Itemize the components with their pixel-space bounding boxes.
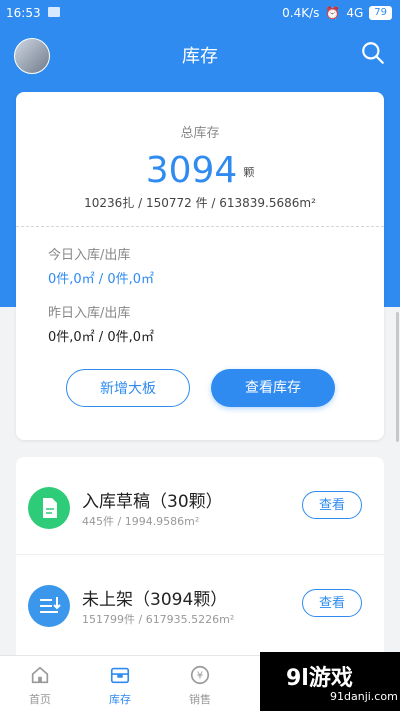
view-button[interactable]: 查看 — [302, 589, 362, 617]
view-inventory-button[interactable]: 查看库存 — [211, 369, 335, 407]
view-button[interactable]: 查看 — [302, 491, 362, 519]
list-item[interactable]: 未上架（3094颗） 151799件 / 617935.5226m² 查看 — [16, 555, 384, 653]
total-count: 3094 颗 — [16, 150, 384, 191]
total-inventory-label: 总库存 — [180, 126, 220, 141]
yesterday-label: 昨日入库/出库 — [48, 306, 131, 321]
page-title: 库存 — [182, 46, 218, 67]
watermark-brand: 9l游戏 — [286, 666, 353, 691]
inventory-list: 入库草稿（30颗） 445件 / 1994.9586m² 查看 未上架（3094… — [16, 457, 384, 677]
document-icon — [28, 487, 70, 529]
svg-text:¥: ¥ — [197, 671, 203, 682]
signal-label: 4G — [346, 6, 364, 20]
status-time: 16:53 — [6, 6, 41, 20]
inventory-icon — [110, 667, 130, 684]
today-value: 0件,0㎡ / 0件,0㎡ — [48, 272, 154, 287]
home-icon — [31, 666, 49, 684]
tab-home[interactable]: 首页 — [0, 656, 80, 707]
today-label: 今日入库/出库 — [48, 248, 131, 263]
inventory-detail: 10236扎 / 150772 件 / 613839.5686m² — [84, 196, 316, 210]
watermark-site: 91danji.com — [330, 690, 398, 703]
list-download-icon — [28, 585, 70, 627]
tab-label: 首页 — [29, 693, 51, 706]
list-item-meta: 151799件 / 617935.5226m² — [82, 613, 235, 626]
list-item-title: 入库草稿（30颗） — [82, 492, 223, 512]
total-count-value: 3094 — [145, 150, 238, 191]
app-header: 库存 — [0, 26, 400, 82]
list-item-meta: 445件 / 1994.9586m² — [82, 515, 200, 528]
add-slab-button[interactable]: 新增大板 — [66, 369, 190, 407]
dashed-divider — [16, 226, 384, 227]
alarm-icon: ⏰ — [325, 6, 341, 20]
tab-label: 销售 — [189, 693, 211, 706]
list-item-title: 未上架（3094颗） — [82, 590, 228, 610]
tab-label: 库存 — [109, 693, 131, 706]
yen-icon: ¥ — [190, 665, 210, 685]
sim-icon — [48, 7, 60, 17]
search-icon[interactable] — [360, 40, 386, 66]
scrollbar[interactable] — [396, 312, 399, 442]
count-unit: 颗 — [243, 166, 255, 179]
battery-icon: 79 — [369, 6, 392, 20]
yesterday-value: 0件,0㎡ / 0件,0㎡ — [48, 330, 154, 345]
tab-inventory[interactable]: 库存 — [80, 656, 160, 707]
tab-sales[interactable]: ¥ 销售 — [160, 656, 240, 707]
inventory-summary-card: 总库存 3094 颗 10236扎 / 150772 件 / 613839.568… — [16, 92, 384, 440]
list-item[interactable]: 入库草稿（30颗） 445件 / 1994.9586m² 查看 — [16, 457, 384, 555]
status-bar: 16:53 0.4K/s ⏰ 4G 79 — [0, 0, 400, 26]
network-speed: 0.4K/s — [282, 6, 320, 20]
watermark-logo: 9l游戏 91danji.com — [260, 652, 400, 711]
status-right: 0.4K/s ⏰ 4G 79 — [282, 6, 392, 20]
